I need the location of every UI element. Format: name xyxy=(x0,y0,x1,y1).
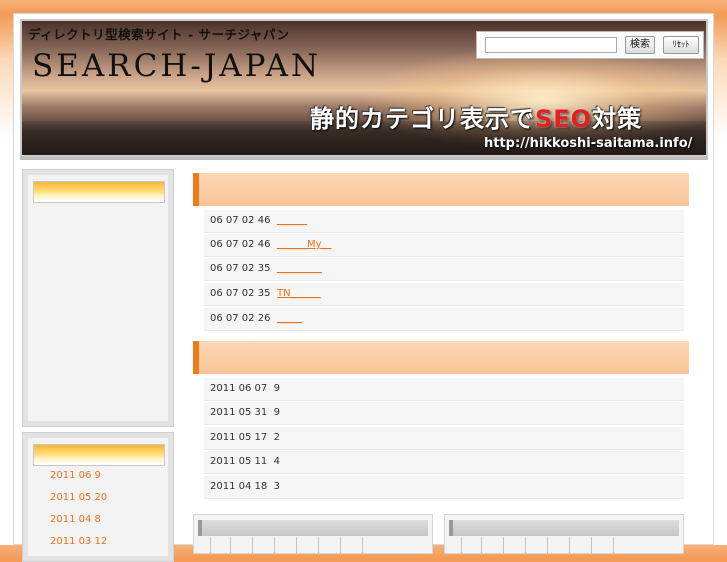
banner-slogan: 静的カテゴリ表示でSEO対策 xyxy=(310,99,642,134)
calendar-heading xyxy=(198,520,428,536)
count-row[interactable]: 2011 05 17 2 xyxy=(204,427,684,450)
entry-date: 06 07 02 26 xyxy=(210,313,271,324)
count-date: 2011 06 07 9 xyxy=(210,378,280,400)
entry-date: 06 07 02 46 xyxy=(210,239,271,250)
entry-row: 06 07 02 46 ______ xyxy=(204,210,684,233)
count-date: 2011 04 18 3 xyxy=(210,476,280,498)
entry-date: 06 07 02 35 xyxy=(210,288,271,299)
page-container: ディレクトリ型検索サイト - サーチジャパン SEARCH-JAPAN 検索 ﾘ… xyxy=(13,13,714,562)
search-button[interactable]: 検索 xyxy=(625,36,655,54)
recent-entries-heading xyxy=(193,173,689,206)
count-date: 2011 05 31 9 xyxy=(210,402,280,424)
entry-link[interactable]: ______My__ xyxy=(277,234,332,256)
calendar-grid xyxy=(459,537,669,555)
header-banner: ディレクトリ型検索サイト - サーチジャパン SEARCH-JAPAN 検索 ﾘ… xyxy=(20,19,708,157)
calendar-box-left xyxy=(193,514,433,555)
sidebar-box-top xyxy=(22,169,174,427)
archive-link[interactable]: 2011 04 8 xyxy=(50,513,107,535)
sidebar-panel xyxy=(28,175,168,421)
count-value: 9 xyxy=(273,407,280,418)
site-logo[interactable]: SEARCH-JAPAN xyxy=(32,48,321,84)
calendar-heading xyxy=(449,520,679,536)
header-divider xyxy=(20,157,708,160)
entry-row: 06 07 02 26 _____ xyxy=(204,308,684,331)
calendar-box-right xyxy=(444,514,684,555)
entry-row: 06 07 02 46 ______My__ xyxy=(204,234,684,257)
sidebar-panel: 2011 06 9 2011 05 20 2011 04 8 2011 03 1… xyxy=(28,438,168,556)
reset-button[interactable]: ﾘｾｯﾄ xyxy=(663,36,699,54)
archive-link[interactable]: 2011 03 12 xyxy=(50,535,107,557)
entry-link[interactable]: _________ xyxy=(277,258,322,280)
count-value: 9 xyxy=(273,383,280,394)
count-date-text: 2011 04 18 xyxy=(210,481,268,492)
archive-list: 2011 06 9 2011 05 20 2011 04 8 2011 03 1… xyxy=(50,469,107,557)
count-date-text: 2011 05 31 xyxy=(210,407,268,418)
count-row[interactable]: 2011 06 07 9 xyxy=(204,378,684,401)
count-date-text: 2011 05 17 xyxy=(210,432,268,443)
site-tagline: ディレクトリ型検索サイト - サーチジャパン xyxy=(28,27,290,42)
search-input[interactable] xyxy=(485,37,617,53)
sidebar-box-archives: 2011 06 9 2011 05 20 2011 04 8 2011 03 1… xyxy=(22,432,174,562)
slogan-seo: SEO xyxy=(535,105,593,133)
entry-row: 06 07 02 35 TN______ xyxy=(204,283,684,306)
count-date: 2011 05 11 4 xyxy=(210,451,280,473)
count-date-text: 2011 06 07 xyxy=(210,383,268,394)
daily-counts-heading xyxy=(193,341,689,374)
count-date-text: 2011 05 11 xyxy=(210,456,268,467)
search-form: 検索 ﾘｾｯﾄ xyxy=(476,31,704,59)
sidebar-heading xyxy=(33,444,165,466)
count-row[interactable]: 2011 05 11 4 xyxy=(204,451,684,474)
count-date: 2011 05 17 2 xyxy=(210,427,280,449)
slogan-text: 静的カテゴリ表示で xyxy=(310,105,535,133)
slogan-text-end: 対策 xyxy=(592,105,643,133)
count-value: 2 xyxy=(273,432,280,443)
calendar-grid xyxy=(208,537,418,555)
entry-date: 06 07 02 46 xyxy=(210,215,271,226)
count-value: 3 xyxy=(273,481,280,492)
count-row[interactable]: 2011 05 31 9 xyxy=(204,402,684,425)
count-row[interactable]: 2011 04 18 3 xyxy=(204,476,684,499)
entry-link[interactable]: TN______ xyxy=(277,283,321,305)
entry-link[interactable]: ______ xyxy=(277,210,307,232)
entry-row: 06 07 02 35 _________ xyxy=(204,258,684,281)
sidebar-heading xyxy=(33,181,165,203)
archive-link[interactable]: 2011 06 9 xyxy=(50,469,107,491)
entry-date: 06 07 02 35 xyxy=(210,263,271,274)
site-url[interactable]: http://hikkoshi-saitama.info/ xyxy=(484,136,692,151)
count-value: 4 xyxy=(273,456,280,467)
archive-link[interactable]: 2011 05 20 xyxy=(50,491,107,513)
entry-link[interactable]: _____ xyxy=(277,308,302,330)
